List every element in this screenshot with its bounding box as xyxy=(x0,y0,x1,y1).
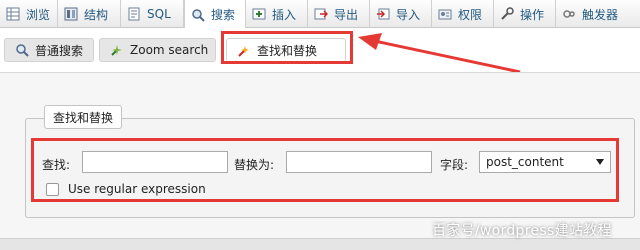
search-icon xyxy=(191,8,205,22)
find-replace-icon xyxy=(237,44,251,58)
find-input[interactable] xyxy=(82,151,228,173)
tab-export[interactable]: 导出 xyxy=(308,0,370,28)
zoom-search-icon xyxy=(110,43,124,57)
subtab-label: 普通搜索 xyxy=(35,43,84,58)
tab-sql[interactable]: SQL xyxy=(121,0,184,28)
privileges-icon xyxy=(438,7,452,21)
column-select[interactable]: post_content xyxy=(479,151,611,173)
tab-label: 权限 xyxy=(458,7,483,22)
tab-label: 导入 xyxy=(396,7,421,22)
subtab-label: Zoom search xyxy=(130,43,209,57)
sql-icon xyxy=(127,7,141,21)
fieldset-legend: 查找和替换 xyxy=(44,105,123,129)
regex-label: Use regular expression xyxy=(68,182,206,196)
tab-privileges[interactable]: 权限 xyxy=(432,0,494,28)
tab-structure[interactable]: 结构 xyxy=(58,0,121,28)
column-select-value: post_content xyxy=(486,155,564,169)
subtab-label: 查找和替换 xyxy=(257,44,318,58)
tab-operations[interactable]: 操作 xyxy=(494,0,556,28)
structure-icon xyxy=(64,7,78,21)
subtab-find-replace[interactable]: 查找和替换 xyxy=(226,38,346,62)
chevron-down-icon xyxy=(596,159,604,165)
tab-search[interactable]: 搜索 xyxy=(184,0,246,29)
tab-label: 插入 xyxy=(272,7,297,22)
tab-label: 浏览 xyxy=(26,7,51,22)
import-icon xyxy=(376,7,390,21)
tab-insert[interactable]: 插入 xyxy=(246,0,308,28)
search-icon xyxy=(15,43,29,57)
tab-import[interactable]: 导入 xyxy=(370,0,432,28)
phpmyadmin-search-page: 浏览 结构 SQL 搜索 插入 导出 导入 权限 操作 触发器 普通搜索 Zoo… xyxy=(0,0,640,250)
subtab-zoom-search[interactable]: Zoom search xyxy=(99,38,216,62)
tab-browse[interactable]: 浏览 xyxy=(0,0,58,28)
column-label: 字段: xyxy=(440,158,469,172)
browse-icon xyxy=(6,7,20,21)
tab-label: SQL xyxy=(147,7,171,21)
insert-icon xyxy=(252,7,266,21)
tab-label: 操作 xyxy=(520,7,545,22)
tab-label: 导出 xyxy=(334,7,359,22)
replace-input[interactable] xyxy=(286,151,432,173)
tab-label: 搜索 xyxy=(211,8,236,22)
export-icon xyxy=(314,7,329,21)
tab-triggers[interactable]: 触发器 xyxy=(556,0,640,28)
find-label: 查找: xyxy=(42,158,71,172)
triggers-icon xyxy=(562,7,576,21)
tab-label: 结构 xyxy=(84,7,109,22)
main-tab-bar: 浏览 结构 SQL 搜索 插入 导出 导入 权限 操作 触发器 xyxy=(0,0,640,29)
subtab-normal-search[interactable]: 普通搜索 xyxy=(4,38,94,62)
tab-label: 触发器 xyxy=(582,7,619,22)
watermark: 百家号/wordpress建站教程 xyxy=(432,223,612,239)
regex-checkbox[interactable] xyxy=(46,183,59,196)
replace-label: 替换为: xyxy=(234,158,275,172)
operations-icon xyxy=(500,7,514,21)
search-subtab-bar: 普通搜索 Zoom search 查找和替换 xyxy=(0,28,640,68)
